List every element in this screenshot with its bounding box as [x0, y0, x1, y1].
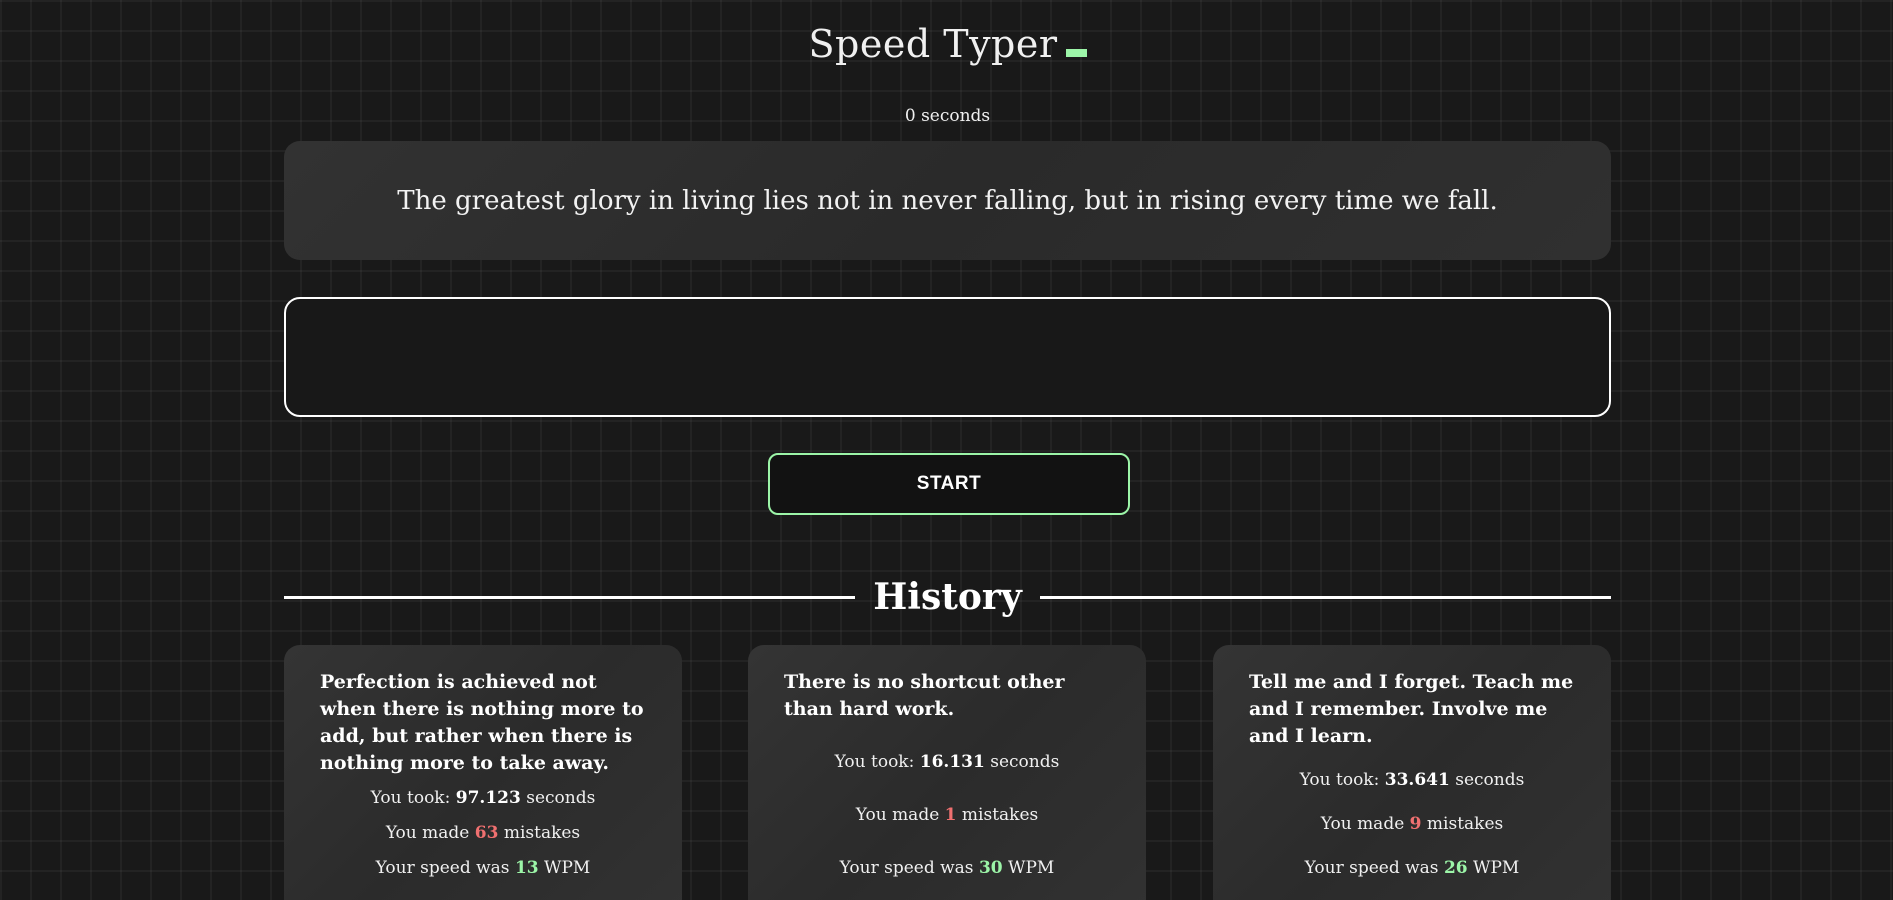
mistakes-label: You made [1320, 814, 1410, 834]
mistakes-value: 1 [944, 805, 957, 825]
speed-label: Your speed was [375, 858, 515, 878]
history-card-mistakes: You made 9 mistakes [1213, 814, 1611, 834]
speed-label: Your speed was [839, 858, 979, 878]
typing-input[interactable] [284, 297, 1611, 417]
history-card-time: You took: 16.131 seconds [748, 752, 1146, 772]
history-divider-right [1039, 595, 1612, 599]
history-card-time: You took: 33.641 seconds [1213, 770, 1611, 790]
time-label: You took: [834, 752, 920, 772]
timer-unit: seconds [921, 106, 991, 126]
cursor-icon [1065, 49, 1087, 57]
history-title: History [873, 576, 1022, 618]
mistakes-label: You made [385, 823, 475, 843]
quote-display: The greatest glory in living lies not in… [284, 141, 1611, 260]
time-value: 16.131 [919, 752, 985, 772]
time-value: 33.641 [1384, 770, 1450, 790]
wpm-unit: WPM [538, 858, 591, 878]
history-header: History [284, 572, 1612, 622]
wpm-value: 26 [1443, 858, 1468, 878]
time-unit: seconds [984, 752, 1060, 772]
history-card-quote: Perfection is achieved not when there is… [320, 671, 644, 774]
speed-label: Your speed was [1304, 858, 1444, 878]
time-label: You took: [1299, 770, 1385, 790]
wpm-value: 13 [514, 858, 539, 878]
history-card-mistakes: You made 1 mistakes [748, 805, 1146, 825]
mistakes-value: 63 [474, 823, 499, 843]
history-card-time: You took: 97.123 seconds [284, 788, 682, 808]
history-card: Tell me and I forget. Teach me and I rem… [1213, 645, 1611, 900]
mistakes-unit: mistakes [1421, 814, 1504, 834]
time-label: You took: [370, 788, 456, 808]
mistakes-unit: mistakes [498, 823, 581, 843]
timer: 0 seconds [284, 106, 1611, 126]
history-card-quote: There is no shortcut other than hard wor… [784, 671, 1065, 720]
wpm-unit: WPM [1467, 858, 1520, 878]
mistakes-unit: mistakes [956, 805, 1039, 825]
history-card-speed: Your speed was 13 WPM [284, 858, 682, 878]
wpm-unit: WPM [1002, 858, 1055, 878]
time-unit: seconds [520, 788, 596, 808]
time-unit: seconds [1449, 770, 1525, 790]
start-button[interactable]: START [768, 453, 1130, 515]
history-card: There is no shortcut other than hard wor… [748, 645, 1146, 900]
history-card-mistakes: You made 63 mistakes [284, 823, 682, 843]
app-title-text: Speed Typer [808, 22, 1058, 66]
history-card-speed: Your speed was 30 WPM [748, 858, 1146, 878]
history-card-quote: Tell me and I forget. Teach me and I rem… [1249, 671, 1574, 747]
app-title: Speed Typer [284, 22, 1611, 66]
timer-value: 0 [904, 106, 916, 126]
time-value: 97.123 [455, 788, 521, 808]
history-divider-left [284, 595, 856, 599]
quote-text: The greatest glory in living lies not in… [397, 185, 1498, 216]
history-card: Perfection is achieved not when there is… [284, 645, 682, 900]
history-card-speed: Your speed was 26 WPM [1213, 858, 1611, 878]
mistakes-value: 9 [1409, 814, 1422, 834]
wpm-value: 30 [978, 858, 1003, 878]
mistakes-label: You made [855, 805, 945, 825]
